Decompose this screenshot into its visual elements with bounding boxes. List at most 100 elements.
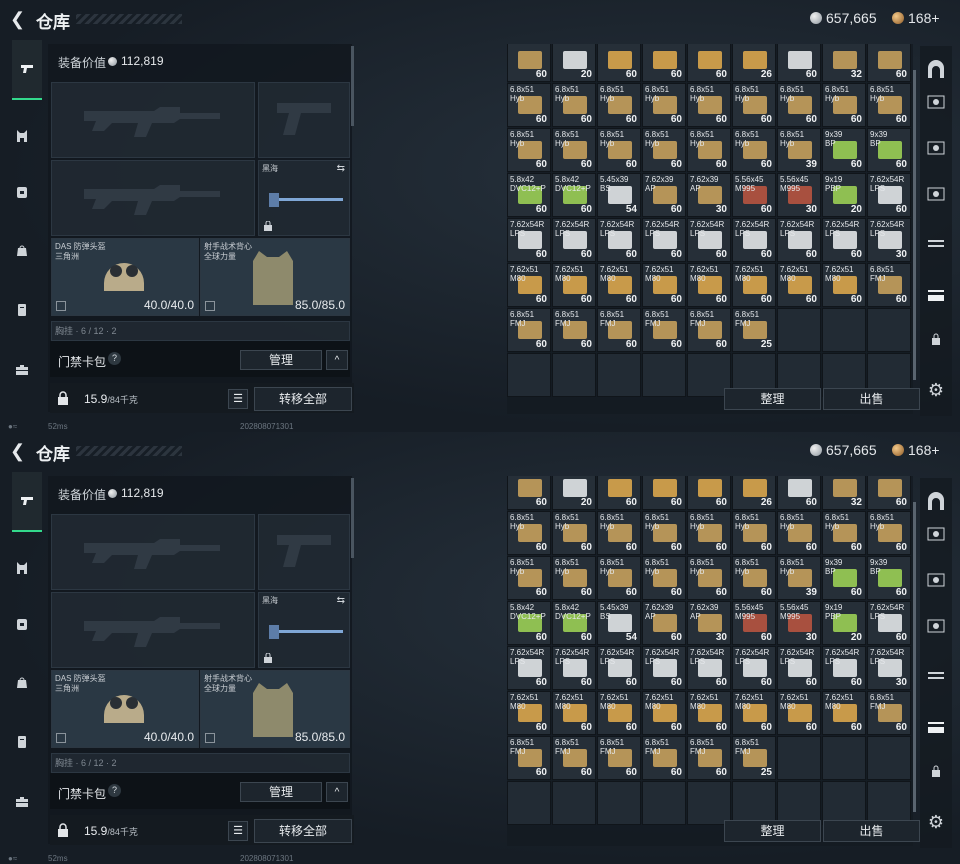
ammo-item[interactable]: 5.8x42 DVC12+P 60 xyxy=(507,601,551,645)
empty-cell[interactable] xyxy=(642,781,686,825)
settings-icon[interactable]: ⚙ xyxy=(924,378,948,402)
ammo-item[interactable]: 7.62x54R LPS 60 xyxy=(507,218,551,262)
help-icon[interactable]: ? xyxy=(108,784,121,797)
settings-icon[interactable]: ⚙ xyxy=(924,810,948,834)
ammo-item[interactable]: 32 xyxy=(822,44,866,82)
ammo-item[interactable]: 7.62x51 M80 60 xyxy=(777,691,821,735)
equipment-scrollbar[interactable] xyxy=(351,478,354,558)
ammo-item[interactable]: 5.56x45 M995 30 xyxy=(777,173,821,217)
ammo-item[interactable]: 7.62x51 M80 60 xyxy=(687,263,731,307)
sell-button[interactable]: 出售 xyxy=(823,388,920,410)
nav-item-backpack[interactable] xyxy=(10,180,34,204)
nav-item-bag[interactable] xyxy=(10,670,34,694)
ammo-item[interactable]: 60 xyxy=(507,476,551,510)
vault-icon[interactable] xyxy=(924,184,948,208)
vault-icon[interactable] xyxy=(924,138,948,162)
vault-icon[interactable] xyxy=(924,92,948,116)
ammo-item[interactable]: 6.8x51 Hyb 60 xyxy=(552,83,596,127)
empty-cell[interactable] xyxy=(552,781,596,825)
ammo-item[interactable]: 5.45x39 BS 54 xyxy=(597,173,641,217)
lock-icon[interactable] xyxy=(924,332,948,356)
ammo-item[interactable]: 6.8x51 Hyb 60 xyxy=(597,556,641,600)
ammo-item[interactable]: 7.62x54R LPS 60 xyxy=(867,173,911,217)
manage-button[interactable]: 管理 xyxy=(240,782,322,802)
swap-icon[interactable]: ⇆ xyxy=(337,595,345,606)
ammo-item[interactable]: 7.62x54R LPS 60 xyxy=(822,646,866,690)
ammo-item[interactable]: 7.62x51 M80 60 xyxy=(597,263,641,307)
ammo-item[interactable]: 9x39 BP 60 xyxy=(867,128,911,172)
ammo-item[interactable]: 60 xyxy=(687,44,731,82)
empty-cell[interactable] xyxy=(777,736,821,780)
ammo-item[interactable]: 7.62x51 M80 60 xyxy=(507,691,551,735)
nav-item-weapons[interactable] xyxy=(12,472,42,532)
ammo-item[interactable]: 6.8x51 Hyb 60 xyxy=(732,511,776,555)
nav-item-toolbox[interactable] xyxy=(10,790,34,814)
ammo-item[interactable]: 6.8x51 FMJ 60 xyxy=(642,308,686,352)
ammo-item[interactable]: 6.8x51 FMJ 60 xyxy=(507,308,551,352)
ammo-item[interactable]: 5.56x45 M995 60 xyxy=(732,173,776,217)
nav-item-chest-rig[interactable] xyxy=(10,124,34,148)
ammo-item[interactable]: 26 xyxy=(732,44,776,82)
ammo-item[interactable]: 6.8x51 Hyb 60 xyxy=(597,128,641,172)
ammo-item[interactable]: 6.8x51 FMJ 60 xyxy=(597,736,641,780)
ammo-item[interactable]: 6.8x51 Hyb 60 xyxy=(552,511,596,555)
rack-icon[interactable] xyxy=(924,284,948,308)
nav-item-bag[interactable] xyxy=(10,238,34,262)
ammo-item[interactable]: 9x39 BP 60 xyxy=(822,128,866,172)
ammo-item[interactable]: 60 xyxy=(867,44,911,82)
ammo-item[interactable]: 6.8x51 Hyb 60 xyxy=(732,556,776,600)
manage-button[interactable]: 管理 xyxy=(240,350,322,370)
ammo-item[interactable]: 6.8x51 Hyb 60 xyxy=(687,128,731,172)
ammo-item[interactable]: 7.62x54R LPS 60 xyxy=(822,218,866,262)
empty-cell[interactable] xyxy=(822,736,866,780)
ammo-item[interactable]: 7.62x54R LPS 60 xyxy=(597,218,641,262)
melee-slot[interactable]: 黑海 ⇆ xyxy=(258,160,350,236)
ammo-item[interactable]: 6.8x51 Hyb 60 xyxy=(597,511,641,555)
ammo-item[interactable]: 7.62x51 M80 60 xyxy=(597,691,641,735)
ammo-item[interactable]: 6.8x51 FMJ 25 xyxy=(732,308,776,352)
ammo-item[interactable]: 6.8x51 FMJ 60 xyxy=(552,736,596,780)
transfer-all-button[interactable]: 转移全部 xyxy=(254,387,352,411)
bronze-currency[interactable]: 168+ xyxy=(892,10,940,26)
ammo-item[interactable]: 6.8x51 FMJ 25 xyxy=(732,736,776,780)
ammo-item[interactable]: 7.62x54R LPS 60 xyxy=(552,218,596,262)
ammo-item[interactable]: 7.62x54R LPS 60 xyxy=(867,601,911,645)
ammo-item[interactable]: 6.8x51 Hyb 60 xyxy=(822,511,866,555)
ammo-item[interactable]: 6.8x51 Hyb 39 xyxy=(777,128,821,172)
chest-rig-slot[interactable]: 胸挂 · 6 / 12 · 2 xyxy=(51,753,350,773)
collapse-button[interactable]: ^ xyxy=(326,350,348,370)
stash-scrollbar[interactable] xyxy=(913,502,916,812)
pistol-slot[interactable] xyxy=(258,82,350,158)
ammo-item[interactable]: 7.62x51 M80 60 xyxy=(507,263,551,307)
ammo-item[interactable]: 6.8x51 Hyb 60 xyxy=(552,556,596,600)
empty-cell[interactable] xyxy=(867,308,911,352)
tunnel-icon[interactable] xyxy=(924,60,948,84)
empty-cell[interactable] xyxy=(597,353,641,397)
empty-cell[interactable] xyxy=(507,781,551,825)
ammo-item[interactable]: 7.62x54R LPS 60 xyxy=(507,646,551,690)
ammo-item[interactable]: 60 xyxy=(642,44,686,82)
equipment-scrollbar[interactable] xyxy=(351,46,354,126)
ammo-item[interactable]: 5.56x45 M995 60 xyxy=(732,601,776,645)
ammo-item[interactable]: 26 xyxy=(732,476,776,510)
ammo-item[interactable]: 7.62x54R LPS 30 xyxy=(867,218,911,262)
ammo-item[interactable]: 7.62x51 M80 60 xyxy=(777,263,821,307)
nav-item-container[interactable] xyxy=(10,730,34,754)
ammo-item[interactable]: 7.62x54R LPS 60 xyxy=(642,218,686,262)
ammo-item[interactable]: 6.8x51 Hyb 60 xyxy=(507,83,551,127)
bronze-currency[interactable]: 168+ xyxy=(892,442,940,458)
lock-icon[interactable] xyxy=(56,391,70,405)
ammo-item[interactable]: 7.62x54R LPS 30 xyxy=(867,646,911,690)
chest-rig-slot[interactable]: 胸挂 · 6 / 12 · 2 xyxy=(51,321,350,341)
rack-icon[interactable] xyxy=(924,234,948,258)
ammo-item[interactable]: 6.8x51 Hyb 60 xyxy=(867,511,911,555)
ammo-item[interactable]: 6.8x51 Hyb 60 xyxy=(732,128,776,172)
helmet-slot[interactable]: DAS 防弹头盔 三角洲 40.0/40.0 xyxy=(51,670,199,748)
ammo-item[interactable]: 5.45x39 BS 54 xyxy=(597,601,641,645)
ammo-item[interactable]: 60 xyxy=(777,476,821,510)
ammo-item[interactable]: 9x19 PBP 20 xyxy=(822,601,866,645)
rack-icon[interactable] xyxy=(924,666,948,690)
collapse-button[interactable]: ^ xyxy=(326,782,348,802)
empty-cell[interactable] xyxy=(777,308,821,352)
ammo-item[interactable]: 60 xyxy=(867,476,911,510)
